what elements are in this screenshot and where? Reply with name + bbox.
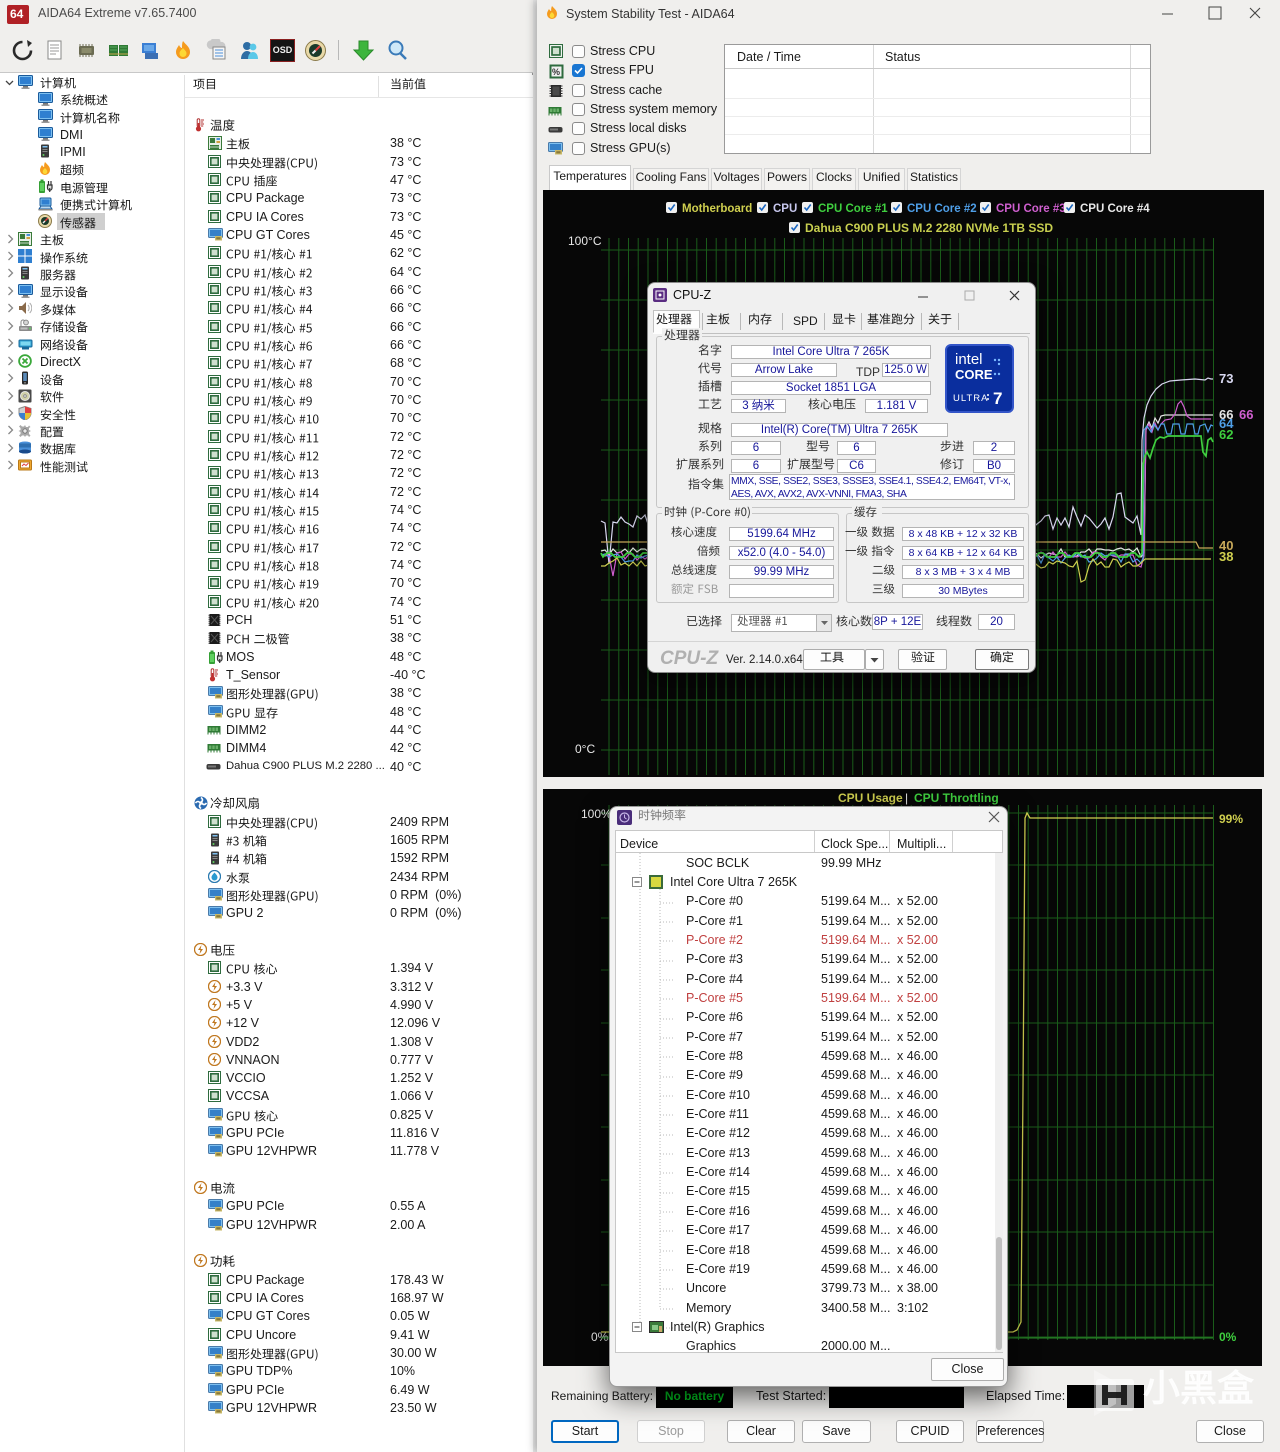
svg-text:CORE: CORE <box>955 367 993 382</box>
svg-text:100°C: 100°C <box>568 234 602 248</box>
svg-text:CPU Throttling: CPU Throttling <box>914 791 999 805</box>
svg-text:0%: 0% <box>1219 1330 1237 1344</box>
svg-text:%: % <box>552 67 560 77</box>
svg-text:66: 66 <box>1239 407 1253 422</box>
svg-text:CPU Core #2: CPU Core #2 <box>907 203 977 215</box>
svg-text:73: 73 <box>1219 371 1233 386</box>
svg-text:99%: 99% <box>1219 812 1243 826</box>
svg-text:CPU Core #1: CPU Core #1 <box>818 203 888 215</box>
svg-text:intel: intel <box>955 351 983 368</box>
svg-text:Dahua C900 PLUS M.2 2280 NVMe: Dahua C900 PLUS M.2 2280 NVMe 1TB SSD <box>805 221 1053 235</box>
svg-text:ULTRA: ULTRA <box>953 393 988 404</box>
svg-text:Motherboard: Motherboard <box>682 203 752 215</box>
svg-text:38: 38 <box>1219 549 1233 564</box>
svg-text:CPU: CPU <box>773 203 797 215</box>
svg-text:CPU Core #4: CPU Core #4 <box>1080 203 1150 215</box>
svg-text:|: | <box>905 791 908 805</box>
svg-text:CPU Usage: CPU Usage <box>838 791 903 805</box>
svg-text:0°C: 0°C <box>575 742 595 756</box>
svg-text:CPU Core #3: CPU Core #3 <box>996 203 1066 215</box>
svg-text:7: 7 <box>993 389 1002 408</box>
svg-text:62: 62 <box>1219 427 1233 442</box>
svg-text:100%: 100% <box>581 807 612 821</box>
